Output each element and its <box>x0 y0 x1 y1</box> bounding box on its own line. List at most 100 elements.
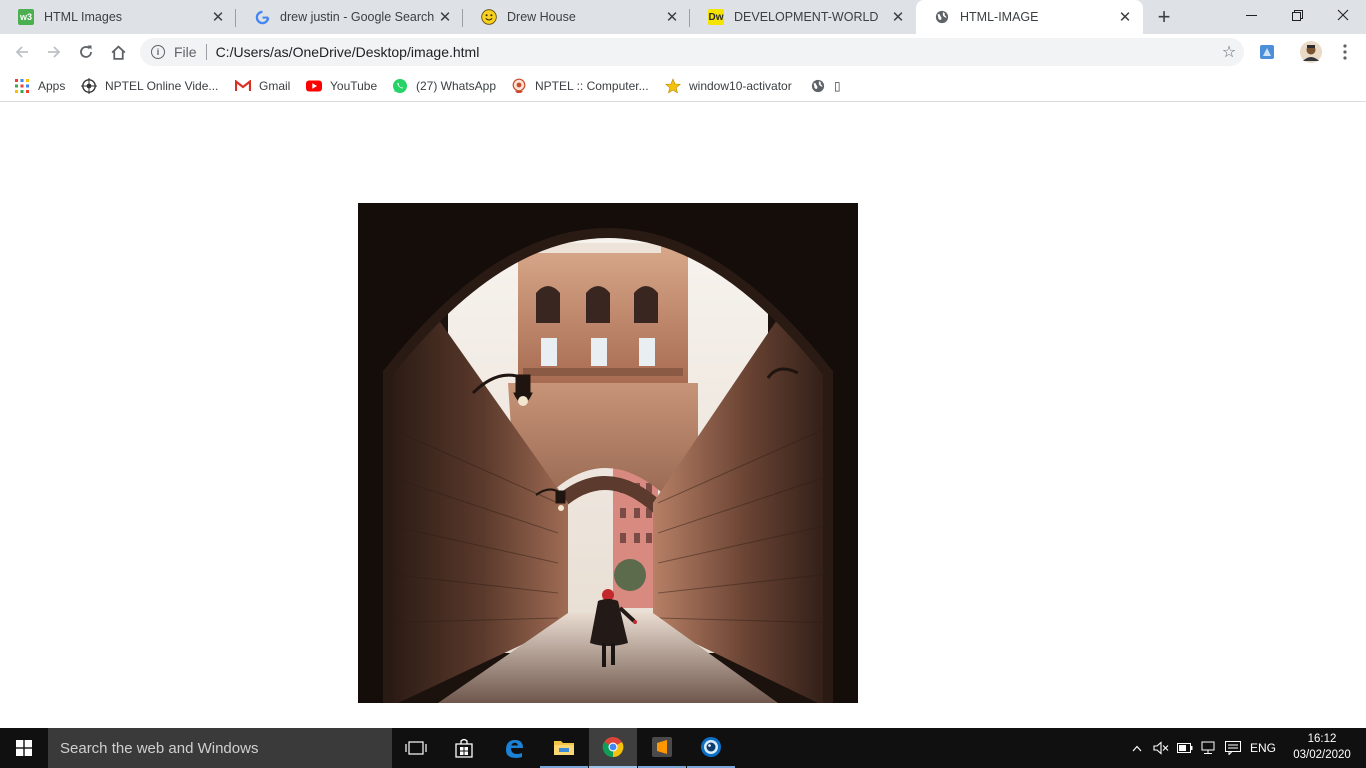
back-arrow-icon <box>15 46 28 58</box>
close-tab-icon[interactable]: ✕ <box>210 9 226 26</box>
forward-button[interactable] <box>40 38 68 66</box>
tab-title: Drew House <box>507 10 576 24</box>
tab-drew-house[interactable]: Drew House ✕ <box>463 0 690 34</box>
url-text[interactable]: C:/Users/as/OneDrive/Desktop/image.html <box>216 44 1214 60</box>
address-bar[interactable]: i File C:/Users/as/OneDrive/Desktop/imag… <box>140 38 1244 66</box>
close-tab-icon[interactable]: ✕ <box>664 9 680 26</box>
bookmark-label: NPTEL :: Computer... <box>535 79 649 93</box>
bookmark-window10-activator[interactable]: window10-activator <box>665 76 792 96</box>
bookmark-whatsapp[interactable]: (27) WhatsApp <box>392 76 496 96</box>
taskbar-search-box[interactable]: Search the web and Windows <box>48 728 392 768</box>
bookmark-label: YouTube <box>330 79 378 93</box>
folder-icon <box>554 741 574 755</box>
bookmark-youtube[interactable]: YouTube <box>306 76 377 96</box>
close-window-button[interactable] <box>1320 0 1366 30</box>
bookmark-label: Gmail <box>259 79 291 93</box>
notification-icon <box>1225 741 1241 755</box>
home-button[interactable] <box>104 38 132 66</box>
file-explorer-app[interactable] <box>540 728 588 768</box>
reload-icon <box>80 45 92 58</box>
tab-title: DEVELOPMENT-WORLD <box>734 10 879 24</box>
start-button[interactable] <box>0 728 48 768</box>
clock-date: 03/02/2020 <box>1293 749 1351 761</box>
edge-browser-app[interactable] <box>490 728 538 768</box>
system-clock[interactable]: 16:12 03/02/2020 <box>1282 731 1362 763</box>
scheme-label: File <box>174 44 197 60</box>
profile-avatar[interactable] <box>1300 41 1322 63</box>
archway-alley-photo <box>358 203 858 703</box>
chevron-up-icon <box>1132 745 1142 751</box>
sublime-icon <box>652 737 672 757</box>
photo-app[interactable] <box>687 728 735 768</box>
chrome-app[interactable] <box>589 728 637 768</box>
smiley-icon <box>481 9 497 25</box>
clock-time: 16:12 <box>1307 733 1337 745</box>
google-icon <box>254 9 270 25</box>
w3schools-icon: w3 <box>18 9 34 25</box>
close-tab-icon[interactable]: ✕ <box>890 9 906 26</box>
store-app[interactable] <box>440 728 488 768</box>
minimize-button[interactable] <box>1228 0 1274 30</box>
action-center-button[interactable] <box>1222 728 1244 768</box>
star-bookmark-icon <box>665 78 681 94</box>
whatsapp-icon <box>392 78 408 94</box>
search-placeholder: Search the web and Windows <box>60 739 259 757</box>
tab-title: drew justin - Google Search <box>280 10 435 24</box>
restore-button[interactable] <box>1274 0 1320 30</box>
back-button[interactable] <box>8 38 36 66</box>
chrome-icon <box>602 737 624 758</box>
menu-kebab-icon[interactable] <box>1334 41 1356 63</box>
tab-html-images[interactable]: w3 HTML Images ✕ <box>0 0 236 34</box>
youtube-icon <box>306 78 322 94</box>
tab-google-search[interactable]: drew justin - Google Search ✕ <box>236 0 463 34</box>
bookmark-apps[interactable]: Apps <box>14 76 65 96</box>
reload-button[interactable] <box>72 38 100 66</box>
tab-strip: w3 HTML Images ✕ drew justin - Google Se… <box>0 0 1366 34</box>
forward-arrow-icon <box>48 46 61 58</box>
windows-taskbar: Search the web and Windows ENG 16:12 03/… <box>0 728 1366 768</box>
globe-icon <box>934 9 950 25</box>
page-content <box>0 103 1366 728</box>
camera-lens-icon <box>701 737 721 757</box>
extension-icon[interactable] <box>1256 41 1278 63</box>
sublime-text-app[interactable] <box>638 728 686 768</box>
address-divider <box>205 44 207 60</box>
language-indicator[interactable]: ENG <box>1246 728 1280 768</box>
new-tab-button[interactable]: + <box>1152 4 1176 29</box>
tab-development-world[interactable]: Dw DEVELOPMENT-WORLD ✕ <box>690 0 916 34</box>
bookmark-nptel-online[interactable]: NPTEL Online Vide... <box>81 76 218 96</box>
close-tab-icon[interactable]: ✕ <box>1117 9 1133 26</box>
bookmark-label: Apps <box>38 79 66 93</box>
gmail-icon <box>235 78 251 94</box>
show-hidden-icons-button[interactable] <box>1128 728 1146 768</box>
bookmark-gmail[interactable]: Gmail <box>235 76 290 96</box>
bookmark-label: window10-activator <box>689 79 792 93</box>
bookmark-label: ▯ <box>834 79 841 93</box>
home-icon <box>111 44 125 60</box>
tab-html-image[interactable]: HTML-IMAGE ✕ <box>916 0 1143 34</box>
network-button[interactable] <box>1198 728 1220 768</box>
apps-grid-icon <box>14 78 30 94</box>
volume-muted-button[interactable] <box>1150 728 1172 768</box>
speaker-muted-icon <box>1153 741 1169 755</box>
tab-title: HTML-IMAGE <box>960 10 1039 24</box>
battery-button[interactable] <box>1174 728 1196 768</box>
nptel-icon <box>81 78 97 94</box>
browser-toolbar: i File C:/Users/as/OneDrive/Desktop/imag… <box>0 34 1366 70</box>
bookmark-globe[interactable]: ▯ <box>810 76 841 96</box>
bookmarks-bar: Apps NPTEL Online Vide... Gmail YouTube … <box>0 70 1366 102</box>
battery-icon <box>1177 743 1193 753</box>
task-view-icon <box>405 741 427 755</box>
bookmark-star-icon[interactable]: ☆ <box>1214 42 1244 62</box>
site-info-icon[interactable]: i <box>151 45 165 59</box>
dreamweaver-icon: Dw <box>708 9 724 25</box>
windows-logo-icon <box>16 740 32 756</box>
globe-icon <box>810 78 826 94</box>
close-tab-icon[interactable]: ✕ <box>437 9 453 26</box>
task-view-button[interactable] <box>392 728 440 768</box>
store-bag-icon <box>455 738 473 758</box>
bookmark-nptel-computer[interactable]: NPTEL :: Computer... <box>511 76 649 96</box>
edge-icon <box>506 740 523 758</box>
bookmark-label: NPTEL Online Vide... <box>105 79 219 93</box>
tab-title: HTML Images <box>44 10 123 24</box>
